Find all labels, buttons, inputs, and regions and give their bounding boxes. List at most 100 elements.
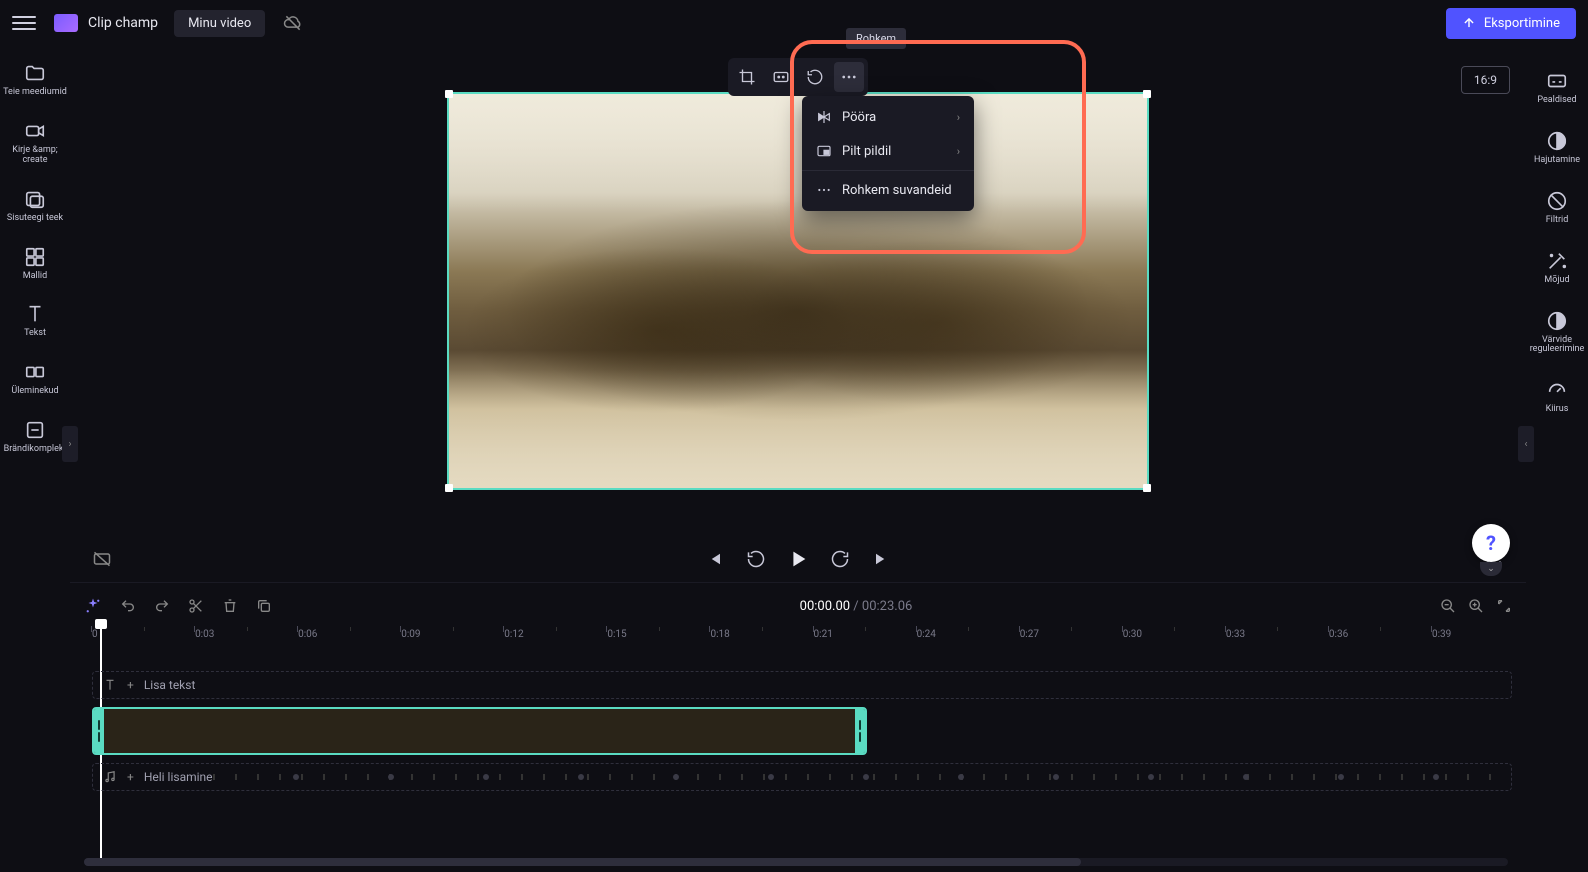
pip-icon xyxy=(816,143,832,159)
text-track[interactable]: + Lisa tekst xyxy=(92,671,1512,699)
audio-waveform-placeholder xyxy=(213,774,1501,780)
delete-button[interactable] xyxy=(222,598,238,614)
menu-more-options[interactable]: Rohkem suvandeid xyxy=(802,173,974,207)
selection-handle[interactable] xyxy=(1143,90,1151,98)
flip-icon xyxy=(816,109,832,125)
skip-end-button[interactable] xyxy=(870,547,894,571)
right-rail-collapse[interactable]: ‹ xyxy=(1518,426,1534,462)
music-icon xyxy=(103,770,117,784)
forward-button[interactable] xyxy=(828,547,852,571)
folder-icon xyxy=(24,62,46,84)
transitions-icon xyxy=(24,361,46,383)
ruler-tick: 0:30 xyxy=(1123,629,1142,640)
ruler-tick: 0:09 xyxy=(401,629,420,640)
templates-icon xyxy=(24,246,46,268)
sidebar-item-brandkit[interactable]: Brändikomplekt xyxy=(1,409,69,465)
ruler-tick: 0:39 xyxy=(1432,629,1451,640)
ruler-tick: 0:03 xyxy=(195,629,214,640)
time-current: 00:00.00 xyxy=(800,599,850,614)
library-icon xyxy=(24,188,46,210)
audio-track[interactable]: + Heli lisamine xyxy=(92,763,1512,791)
ruler-tick: 0:06 xyxy=(298,629,317,640)
sidebar-item-media[interactable]: Teie meediumid xyxy=(1,52,69,108)
skip-start-button[interactable] xyxy=(702,547,726,571)
brand-icon xyxy=(54,14,78,32)
preview-frame[interactable] xyxy=(447,92,1149,490)
split-button[interactable] xyxy=(188,598,204,614)
time-duration: 00:23.06 xyxy=(862,599,912,614)
safe-zone-toggle[interactable] xyxy=(90,547,114,571)
right-rail: Pealdised Hajutamine Filtrid Mõjud Värvi… xyxy=(1526,46,1588,872)
dots-icon xyxy=(816,182,832,198)
brand-text: Clip champ xyxy=(88,15,158,31)
help-button[interactable]: ? xyxy=(1472,524,1510,562)
aspect-ratio-button[interactable]: 16:9 xyxy=(1461,66,1510,94)
text-icon xyxy=(103,678,117,692)
sidebar-item-library[interactable]: Sisuteegi teek xyxy=(1,178,69,234)
more-dropdown: Pööra › Pilt pildil › Rohkem suvandeid xyxy=(802,96,974,211)
brandkit-icon xyxy=(24,419,46,441)
ruler-tick: 0:27 xyxy=(1020,629,1039,640)
chevron-right-icon: › xyxy=(957,111,960,124)
ruler-tick: 0:33 xyxy=(1226,629,1245,640)
crop-button[interactable] xyxy=(732,62,762,92)
color-adjust-icon xyxy=(1546,310,1568,332)
zoom-out-button[interactable] xyxy=(1440,598,1456,614)
tooltip: Rohkem xyxy=(846,28,906,49)
prop-fade[interactable]: Hajutamine xyxy=(1527,120,1587,176)
sidebar-item-record[interactable]: Kirje &amp; create xyxy=(1,110,69,176)
captions-icon xyxy=(1546,70,1568,92)
menu-rotate[interactable]: Pööra › xyxy=(802,100,974,134)
zoom-fit-button[interactable] xyxy=(1496,598,1512,614)
video-clip[interactable] xyxy=(92,707,867,755)
ruler-tick: 0:36 xyxy=(1329,629,1348,640)
ruler-tick: 0:12 xyxy=(504,629,523,640)
fade-icon xyxy=(1546,130,1568,152)
filters-icon xyxy=(1546,190,1568,212)
preview-area: Rohkem Pööra › xyxy=(70,46,1526,536)
prop-filters[interactable]: Filtrid xyxy=(1527,180,1587,236)
zoom-in-button[interactable] xyxy=(1468,598,1484,614)
text-icon xyxy=(24,303,46,325)
ruler-tick: 0:24 xyxy=(917,629,936,640)
speed-icon xyxy=(1546,379,1568,401)
sidebar-item-templates[interactable]: Mallid xyxy=(1,236,69,292)
ruler-tick: 0:18 xyxy=(710,629,729,640)
clip-trim-left[interactable] xyxy=(94,709,104,753)
export-button[interactable]: Eksportimine xyxy=(1446,8,1576,39)
video-title-button[interactable]: Minu video xyxy=(174,10,265,37)
fit-button[interactable] xyxy=(766,62,796,92)
ruler-tick: 0 xyxy=(92,629,98,640)
prop-effects[interactable]: Mõjud xyxy=(1527,240,1587,296)
ruler-tick: 0:15 xyxy=(607,629,626,640)
more-button[interactable] xyxy=(834,62,864,92)
timeline-ruler[interactable]: 00:030:060:090:120:150:180:210:240:270:3… xyxy=(92,629,1512,653)
clip-trim-right[interactable] xyxy=(855,709,865,753)
selection-handle[interactable] xyxy=(445,90,453,98)
export-label: Eksportimine xyxy=(1484,16,1560,31)
effects-icon xyxy=(1546,250,1568,272)
prop-speed[interactable]: Kiirus xyxy=(1527,369,1587,425)
transport-controls xyxy=(70,536,1526,582)
duplicate-button[interactable] xyxy=(256,598,272,614)
menu-hamburger[interactable] xyxy=(12,11,36,35)
rotate-button[interactable] xyxy=(800,62,830,92)
timeline-panel: 00:00.00 / 00:23.06 00:030:060:090:120:1… xyxy=(70,582,1526,872)
undo-button[interactable] xyxy=(120,598,136,614)
ai-sparkle-icon[interactable] xyxy=(84,597,102,615)
play-button[interactable] xyxy=(786,547,810,571)
preview-content-image xyxy=(449,94,1147,488)
sidebar-item-text[interactable]: Tekst xyxy=(1,293,69,349)
selection-handle[interactable] xyxy=(445,484,453,492)
timeline-hscroll[interactable] xyxy=(84,858,1508,866)
redo-button[interactable] xyxy=(154,598,170,614)
camera-icon xyxy=(24,120,46,142)
selection-handle[interactable] xyxy=(1143,484,1151,492)
cloud-sync-off-icon[interactable] xyxy=(283,13,303,33)
rewind-button[interactable] xyxy=(744,547,768,571)
clip-toolbar: Rohkem xyxy=(728,58,868,96)
sidebar-item-transitions[interactable]: Üleminekud xyxy=(1,351,69,407)
prop-color[interactable]: Värvide reguleerimine xyxy=(1527,300,1587,366)
menu-pip[interactable]: Pilt pildil › xyxy=(802,134,974,168)
prop-captions[interactable]: Pealdised xyxy=(1527,60,1587,116)
